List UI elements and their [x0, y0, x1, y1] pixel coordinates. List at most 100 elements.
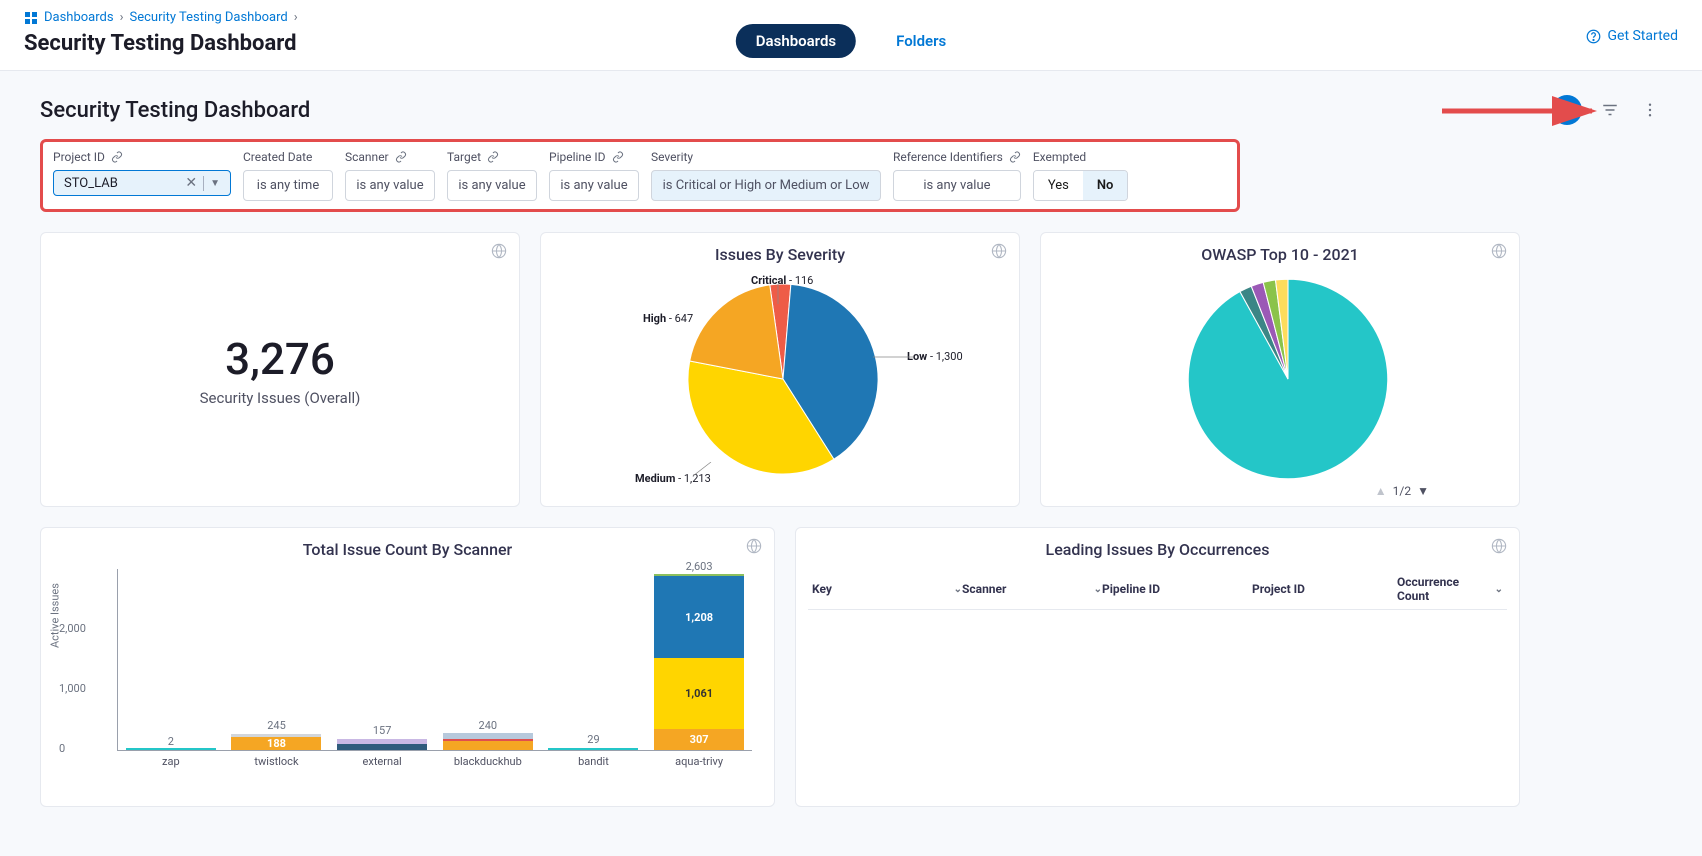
dashboard-actions — [1552, 95, 1662, 125]
severity-input[interactable]: is Critical or High or Medium or Low — [651, 170, 881, 201]
col-key: Key — [812, 582, 832, 596]
link-icon — [612, 151, 624, 163]
filter-label: Target — [447, 150, 481, 164]
bar-stack[interactable] — [337, 739, 427, 750]
top-bar: Dashboards › Security Testing Dashboard … — [0, 0, 1702, 71]
filter-label: Created Date — [243, 150, 312, 164]
tab-folders[interactable]: Folders — [876, 24, 966, 58]
filter-label: Reference Identifiers — [893, 150, 1003, 164]
pipeline-id-input[interactable]: is any value — [549, 170, 639, 201]
scanner-input[interactable]: is any value — [345, 170, 435, 201]
bar-total-label: 240 — [479, 719, 498, 732]
dashboard-title: Security Testing Dashboard — [40, 98, 310, 123]
card-title: Issues By Severity — [553, 245, 1007, 264]
y-tick: 0 — [59, 742, 65, 755]
exempted-yes[interactable]: Yes — [1034, 171, 1083, 200]
project-id-value: STO_LAB — [64, 176, 118, 191]
filter-label: Project ID — [53, 150, 105, 164]
link-icon — [111, 151, 123, 163]
link-icon — [1009, 151, 1021, 163]
pager-prev[interactable]: ▲ — [1375, 484, 1387, 498]
dashboard-header: Security Testing Dashboard — [40, 95, 1662, 125]
kpi-label: Security Issues (Overall) — [200, 389, 361, 407]
cards-row-1: 3,276 Security Issues (Overall) Issues B… — [40, 232, 1662, 507]
y-axis-label: Active Issues — [49, 583, 62, 648]
exempted-no[interactable]: No — [1083, 171, 1128, 200]
filter-created-date: Created Date is any time — [243, 150, 333, 201]
owasp-pie-chart — [1053, 274, 1507, 484]
globe-icon[interactable] — [1491, 538, 1507, 554]
chevron-down-icon[interactable]: ⌄ — [1495, 584, 1503, 595]
view-tabs: Dashboards Folders — [736, 24, 966, 58]
table-header: Key⌄ Scanner⌄ Pipeline ID Project ID Occ… — [808, 569, 1507, 610]
filter-icon — [1601, 101, 1619, 119]
filter-label: Severity — [651, 150, 693, 164]
get-started-link[interactable]: Get Started — [1586, 28, 1678, 44]
project-id-input[interactable]: STO_LAB ✕ ▼ — [53, 170, 231, 196]
card-total-issue-count-by-scanner: Total Issue Count By Scanner Active Issu… — [40, 527, 775, 807]
bar-x-label: zap — [162, 755, 180, 768]
bar-stack[interactable] — [548, 748, 638, 750]
chevron-down-icon[interactable]: ⌄ — [954, 584, 962, 595]
created-date-input[interactable]: is any time — [243, 170, 333, 201]
bar-segment: 1,208 — [654, 576, 744, 657]
refresh-button[interactable] — [1552, 95, 1582, 125]
filter-label: Pipeline ID — [549, 150, 606, 164]
tab-dashboards[interactable]: Dashboards — [736, 24, 856, 58]
filter-exempted: Exempted Yes No — [1033, 150, 1129, 201]
chevron-down-icon[interactable]: ▼ — [203, 176, 226, 191]
bar-column: 240blackduckhub — [438, 733, 538, 750]
y-tick: 2,000 — [59, 622, 86, 635]
bar-x-label: aqua-trivy — [675, 755, 723, 768]
bar-column: 245188twistlock — [226, 734, 326, 751]
chevron-right-icon: › — [120, 10, 124, 25]
bar-total-label: 157 — [373, 724, 392, 737]
bar-segment — [548, 748, 638, 750]
label-high: High — [643, 312, 666, 325]
bar-stack[interactable]: 3071,0611,208 — [654, 574, 744, 750]
breadcrumb-current[interactable]: Security Testing Dashboard — [130, 10, 288, 25]
col-scanner: Scanner — [962, 582, 1006, 596]
bar-stack[interactable]: 188 — [231, 734, 321, 751]
severity-pie-chart: Critical - 116 High - 647 Medium - 1,213… — [553, 274, 1007, 484]
bar-segment: 1,061 — [654, 658, 744, 730]
breadcrumb-root[interactable]: Dashboards — [44, 10, 114, 25]
chart-pager: ▲ 1/2 ▼ — [1375, 484, 1429, 498]
bar-total-label: 29 — [587, 733, 599, 746]
bar-total-label: 2 — [168, 735, 174, 748]
y-tick: 1,000 — [59, 682, 86, 695]
pager-text: 1/2 — [1393, 484, 1411, 498]
label-medium: Medium — [635, 472, 675, 485]
globe-icon[interactable] — [991, 243, 1007, 259]
refresh-icon — [1559, 102, 1575, 118]
reference-identifiers-input[interactable]: is any value — [893, 170, 1021, 201]
filter-label: Scanner — [345, 150, 389, 164]
bar-column: 2,6033071,0611,208aqua-trivy — [649, 574, 749, 750]
value-high: 647 — [675, 312, 694, 325]
filter-label: Exempted — [1033, 150, 1086, 164]
bar-column: 157external — [332, 739, 432, 750]
link-icon — [395, 151, 407, 163]
filter-button[interactable] — [1598, 98, 1622, 122]
more-button[interactable] — [1638, 98, 1662, 122]
filter-scanner: Scanner is any value — [345, 150, 435, 201]
bar-x-label: blackduckhub — [454, 755, 522, 768]
value-low: 1,300 — [936, 350, 963, 363]
card-leading-issues: Leading Issues By Occurrences Key⌄ Scann… — [795, 527, 1520, 807]
target-input[interactable]: is any value — [447, 170, 537, 201]
globe-icon[interactable] — [491, 243, 507, 259]
bar-segment — [126, 748, 216, 750]
filter-reference-identifiers: Reference Identifiers is any value — [893, 150, 1021, 201]
globe-icon[interactable] — [1491, 243, 1507, 259]
card-security-issues-overall: 3,276 Security Issues (Overall) — [40, 232, 520, 507]
bar-stack[interactable] — [443, 733, 533, 750]
globe-icon[interactable] — [746, 538, 762, 554]
pager-next[interactable]: ▼ — [1417, 484, 1429, 498]
dashboard-content: Security Testing Dashboard Project ID — [0, 71, 1702, 831]
chevron-down-icon[interactable]: ⌄ — [1094, 584, 1102, 595]
clear-icon[interactable]: ✕ — [179, 175, 203, 191]
leader-line — [773, 284, 793, 304]
bar-stack[interactable] — [126, 748, 216, 750]
apps-icon[interactable] — [24, 11, 38, 25]
card-title: Total Issue Count By Scanner — [53, 540, 762, 559]
